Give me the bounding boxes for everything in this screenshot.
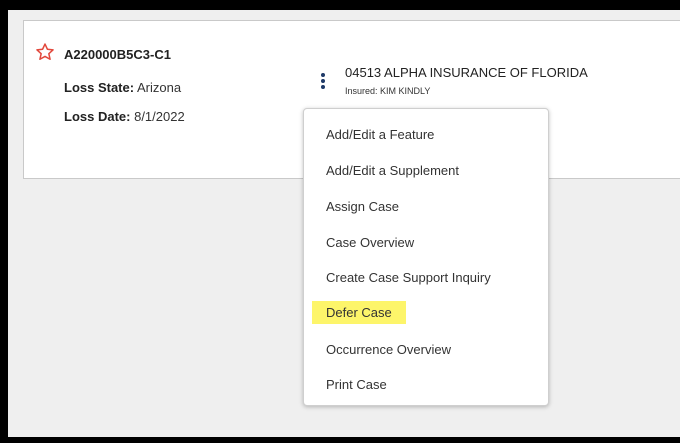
actions-menu: Add/Edit a Feature Add/Edit a Supplement… — [303, 108, 549, 406]
loss-state-value: Arizona — [136, 80, 182, 95]
menu-item-add-edit-supplement[interactable]: Add/Edit a Supplement — [322, 161, 463, 180]
menu-item-case-overview[interactable]: Case Overview — [322, 233, 418, 252]
screenshot-frame: A220000B5C3-C1 Loss State: Arizona Loss … — [8, 10, 680, 437]
policy-name: 04513 ALPHA INSURANCE OF FLORIDA — [345, 65, 588, 80]
loss-date-value: 8/1/2022 — [134, 109, 185, 124]
loss-date: Loss Date: 8/1/2022 — [64, 109, 185, 124]
case-id[interactable]: A220000B5C3-C1 — [64, 47, 171, 62]
loss-date-label: Loss Date: — [64, 109, 131, 124]
menu-item-print-case[interactable]: Print Case — [322, 375, 391, 394]
menu-item-add-edit-feature[interactable]: Add/Edit a Feature — [322, 125, 438, 144]
menu-item-assign-case[interactable]: Assign Case — [322, 197, 403, 216]
star-icon[interactable] — [35, 42, 55, 62]
more-actions-icon[interactable] — [318, 73, 328, 97]
menu-item-create-case-support-inquiry[interactable]: Create Case Support Inquiry — [322, 268, 495, 287]
menu-item-occurrence-overview[interactable]: Occurrence Overview — [322, 340, 455, 359]
insured-name: Insured: KIM KINDLY — [345, 86, 431, 96]
menu-item-defer-case[interactable]: Defer Case — [312, 301, 406, 324]
loss-state-label: Loss State: — [64, 80, 135, 95]
loss-state: Loss State: Arizona — [64, 80, 181, 95]
